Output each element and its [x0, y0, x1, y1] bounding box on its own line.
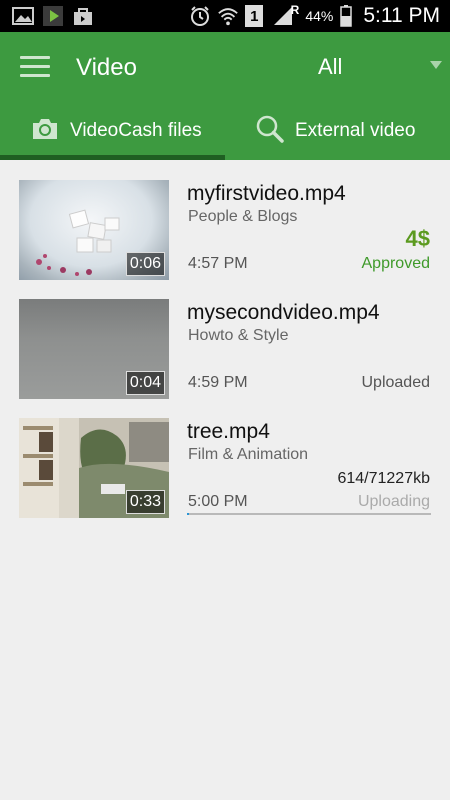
list-item[interactable]: 0:04 mysecondvideo.mp4 Howto & Style 4:5…: [0, 299, 450, 409]
wifi-icon: [217, 5, 239, 27]
signal-icon: R: [269, 3, 300, 27]
sim-icon: 1: [245, 5, 264, 27]
status-badge: Uploading: [357, 493, 430, 510]
upload-progress-bar: [187, 513, 431, 515]
gallery-icon: [12, 5, 34, 27]
list-item[interactable]: 0:06 myfirstvideo.mp4 People & Blogs 4$ …: [0, 180, 450, 290]
duration-badge: 0:04: [125, 371, 165, 395]
camera-icon: [30, 116, 60, 147]
search-icon: [255, 114, 285, 149]
video-category: Film & Animation: [188, 446, 309, 463]
video-thumbnail: 0:06: [19, 180, 169, 280]
action-bar: Video All: [0, 32, 450, 102]
page-title: Video: [76, 54, 137, 81]
video-thumbnail: 0:33: [19, 418, 169, 518]
upload-progress-fill: [187, 513, 190, 515]
tab-bar: VideoCash files External video: [0, 102, 450, 160]
upload-time: 4:57 PM: [188, 255, 248, 272]
clock: 5:11 PM: [363, 4, 440, 27]
network-type-label: R: [290, 3, 300, 17]
upload-time: 4:59 PM: [188, 374, 248, 391]
status-badge: Approved: [361, 255, 431, 272]
status-badge: Uploaded: [361, 374, 431, 391]
video-title: tree.mp4: [187, 420, 270, 443]
tab-external-video[interactable]: External video: [225, 102, 450, 160]
tab-videocash-files[interactable]: VideoCash files: [0, 102, 225, 160]
hamburger-menu-icon[interactable]: [20, 56, 50, 78]
video-category: People & Blogs: [188, 208, 298, 225]
duration-badge: 0:33: [125, 490, 165, 514]
earnings-label: 4$: [405, 226, 430, 251]
upload-size: 614/71227kb: [337, 470, 430, 487]
battery-icon: [339, 5, 353, 27]
status-bar: 1 R 44% 5:11 PM: [0, 0, 450, 32]
tab-label: External video: [295, 120, 416, 141]
duration-badge: 0:06: [125, 252, 165, 276]
filter-dropdown[interactable]: All: [318, 54, 342, 80]
tab-label: VideoCash files: [70, 120, 202, 141]
dropdown-caret-icon[interactable]: [430, 61, 442, 69]
video-category: Howto & Style: [188, 327, 289, 344]
play-store-icon: [42, 5, 64, 27]
sim-slot-label: 1: [250, 7, 259, 25]
video-title: myfirstvideo.mp4: [187, 182, 346, 205]
alarm-icon: [189, 5, 211, 27]
bag-icon: [72, 5, 94, 27]
video-thumbnail: 0:04: [19, 299, 169, 399]
battery-percent: 44%: [305, 8, 334, 24]
list-item[interactable]: 0:33 tree.mp4 Film & Animation 614/71227…: [0, 418, 450, 528]
video-title: mysecondvideo.mp4: [187, 301, 380, 324]
upload-time: 5:00 PM: [188, 493, 248, 510]
selected-tab-indicator: [0, 155, 225, 160]
